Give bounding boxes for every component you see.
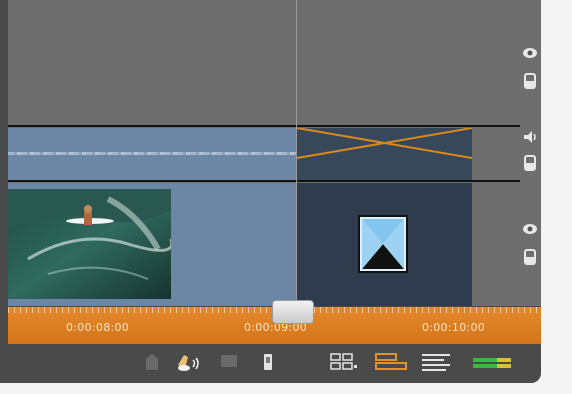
crossfade-icon bbox=[297, 128, 472, 159]
clip-icon[interactable] bbox=[262, 353, 274, 371]
hourglass-transition-icon bbox=[358, 215, 408, 273]
track-divider bbox=[8, 125, 520, 127]
playhead-line bbox=[296, 0, 297, 306]
timeline-view-icon[interactable] bbox=[375, 353, 407, 371]
audio-clip[interactable] bbox=[8, 128, 297, 180]
lock-icon[interactable] bbox=[522, 248, 538, 266]
lock-icon[interactable] bbox=[522, 154, 538, 172]
delete-icon[interactable] bbox=[145, 353, 159, 371]
timeline-toolbar bbox=[8, 344, 541, 383]
video-clip[interactable] bbox=[8, 183, 297, 306]
storyboard-view-icon[interactable] bbox=[330, 353, 358, 371]
audio-level-meter-icon[interactable] bbox=[473, 357, 511, 369]
screen-icon[interactable] bbox=[220, 353, 238, 369]
track-header-column bbox=[520, 0, 541, 306]
audio-transition[interactable] bbox=[297, 128, 472, 180]
video-thumbnail bbox=[8, 189, 171, 299]
timecode-label: 0:00:08:00 bbox=[66, 321, 130, 334]
audio-waveform bbox=[8, 152, 297, 155]
timecode-label: 0:00:10:00 bbox=[422, 321, 486, 334]
video-transition[interactable] bbox=[297, 183, 472, 306]
lock-icon[interactable] bbox=[522, 72, 538, 90]
timeline-panel: 0:00:08:00 0:00:09:00 0:00:10:00 bbox=[0, 0, 541, 383]
scrubber-handle[interactable] bbox=[272, 300, 314, 324]
eye-icon[interactable] bbox=[522, 44, 538, 62]
empty-track[interactable] bbox=[8, 0, 520, 125]
eye-icon[interactable] bbox=[522, 220, 538, 238]
text-view-icon[interactable] bbox=[422, 353, 452, 371]
audio-tool-icon[interactable] bbox=[176, 353, 202, 373]
speaker-icon[interactable] bbox=[522, 128, 538, 146]
track-divider bbox=[8, 180, 520, 182]
